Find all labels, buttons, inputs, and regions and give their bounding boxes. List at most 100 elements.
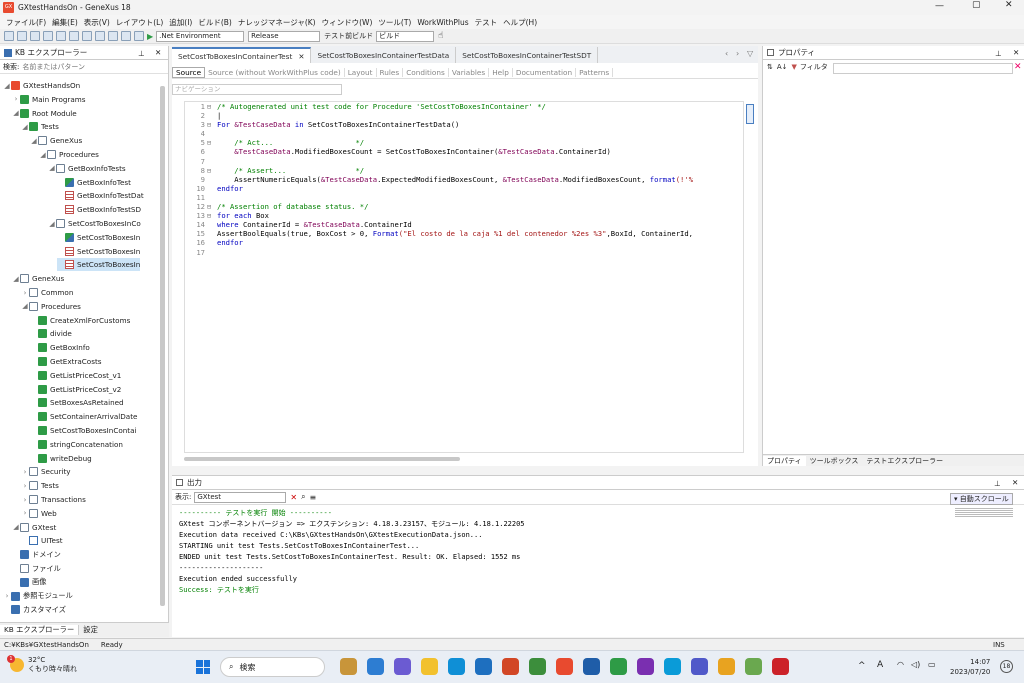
expand-icon[interactable]: ›: [12, 95, 20, 103]
tree-scrollbar[interactable]: [160, 86, 165, 606]
tree-node[interactable]: UITest: [21, 534, 63, 547]
menu-item[interactable]: 表示(V): [84, 17, 110, 28]
tab-scroll-right-icon[interactable]: ›: [736, 49, 739, 58]
wifi-icon[interactable]: ◠: [897, 660, 904, 669]
editor-side-icon[interactable]: [746, 104, 754, 124]
expand-icon[interactable]: ◢: [12, 523, 20, 531]
code-editor[interactable]: 1 ⊟ 2 3 ⊟ 4 5 ⊟ 6 7 8 ⊟ 9 10 11 12 ⊟ 13 ⊟ 14 15 16 17 /* Autog…: [184, 101, 744, 453]
menu-item[interactable]: レイアウト(L): [116, 17, 164, 28]
expand-icon[interactable]: ◢: [12, 109, 20, 117]
ime-icon[interactable]: A: [877, 660, 883, 670]
cut-icon[interactable]: [43, 31, 53, 41]
expand-icon[interactable]: ›: [21, 289, 29, 297]
code-line[interactable]: |: [217, 111, 743, 120]
build-select[interactable]: ビルド: [376, 30, 435, 42]
kb-filter-input[interactable]: [22, 62, 153, 71]
refresh-icon[interactable]: [108, 31, 118, 41]
code-line[interactable]: [217, 129, 743, 138]
tree-node[interactable]: ◢ Root Module: [12, 107, 77, 120]
clear-output-icon[interactable]: ✕: [290, 493, 297, 502]
autoscroll-button[interactable]: ▾ 自動スクロール: [950, 493, 1013, 505]
tree-node[interactable]: SetCostToBoxesIn: [57, 231, 140, 244]
tree-node[interactable]: divide: [30, 327, 72, 340]
hand-icon[interactable]: ☝: [438, 31, 443, 41]
tree-node[interactable]: SetBoxesAsRetained: [30, 396, 124, 409]
expand-icon[interactable]: ◢: [12, 275, 20, 283]
subtab[interactable]: Documentation: [513, 67, 577, 77]
tree-node[interactable]: writeDebug: [30, 452, 92, 465]
close-tab-icon[interactable]: ✕: [298, 52, 304, 61]
undo-icon[interactable]: [82, 31, 92, 41]
expand-icon[interactable]: ◢: [3, 82, 11, 90]
props-filter-input[interactable]: [833, 63, 1013, 74]
tab-test-explorer[interactable]: テストエクスプローラー: [862, 456, 947, 466]
clock[interactable]: 14:07 2023/07/20: [950, 657, 990, 677]
subtab[interactable]: Layout: [345, 67, 377, 77]
expand-icon[interactable]: ◢: [30, 137, 38, 145]
subtab[interactable]: Conditions: [403, 67, 449, 77]
taskbar-app-icon[interactable]: [529, 658, 546, 675]
tab-kb-explorer[interactable]: KB エクスプローラー: [0, 625, 80, 635]
menu-item[interactable]: ビルド(B): [198, 17, 232, 28]
expand-icon[interactable]: ◢: [48, 220, 56, 228]
taskbar-app-icon[interactable]: [367, 658, 384, 675]
menu-item[interactable]: ファイル(F): [6, 17, 46, 28]
volume-icon[interactable]: ◁): [911, 660, 920, 669]
expand-icon[interactable]: ›: [21, 482, 29, 490]
code-line[interactable]: endfor: [217, 238, 743, 247]
tree-node[interactable]: › Tests: [21, 479, 59, 492]
open-icon[interactable]: [17, 31, 27, 41]
grid-icon[interactable]: [121, 31, 131, 41]
code-line[interactable]: where ContainerId = &TestCaseData.Contai…: [217, 220, 743, 229]
code-line[interactable]: [217, 248, 743, 257]
save-icon[interactable]: [30, 31, 40, 41]
tab-test-sdt[interactable]: SetCostToBoxesInContainerTestSDT: [456, 47, 599, 63]
tab-test-data[interactable]: SetCostToBoxesInContainerTestData: [311, 47, 457, 63]
menu-item[interactable]: ナレッジマネージャ(K): [238, 17, 316, 28]
notification-badge[interactable]: 18: [1000, 660, 1013, 673]
tab-scroll-left-icon[interactable]: ‹: [725, 49, 728, 58]
taskbar-app-icon[interactable]: [718, 658, 735, 675]
menu-item[interactable]: ツール(T): [378, 17, 411, 28]
props-clear-icon[interactable]: ✕: [1014, 62, 1022, 72]
tree-node[interactable]: 画像: [12, 576, 46, 589]
expand-icon[interactable]: ›: [3, 592, 11, 600]
tree-node[interactable]: SetCostToBoxesIn: [57, 245, 140, 258]
paste-icon[interactable]: [69, 31, 79, 41]
subtab[interactable]: Source: [172, 66, 206, 78]
tree-node[interactable]: GetBoxInfoTestSD: [57, 203, 141, 216]
filter-icon[interactable]: ▼: [792, 63, 797, 71]
tree-node[interactable]: stringConcatenation: [30, 438, 123, 451]
fold-icon[interactable]: ⊟: [205, 202, 213, 211]
code-line[interactable]: AssertBoolEquals(true, BoxCost > 0, Form…: [217, 229, 743, 238]
pin-icon[interactable]: ⊥: [138, 49, 145, 58]
tree-node[interactable]: SetCostToBoxesIn: [57, 258, 141, 272]
subtab[interactable]: Variables: [449, 67, 490, 77]
code-line[interactable]: /* Autogenerated unit test code for Proc…: [217, 102, 743, 111]
tree-node[interactable]: › Web: [21, 507, 57, 520]
run-icon[interactable]: ▶: [147, 32, 153, 41]
code-line[interactable]: /* Assert... */: [217, 166, 743, 175]
expand-icon[interactable]: ◢: [39, 151, 47, 159]
code-line[interactable]: [217, 157, 743, 166]
tree-node[interactable]: SetContainerArrivalDate: [30, 410, 137, 423]
tree-node[interactable]: ◢ GXtestHandsOn: [3, 79, 80, 92]
output-close-icon[interactable]: ✕: [1012, 478, 1018, 487]
sort-icon[interactable]: ⇅: [767, 63, 773, 71]
code-text[interactable]: /* Autogenerated unit test code for Proc…: [217, 102, 743, 257]
subtab[interactable]: Help: [489, 67, 513, 77]
tree-node[interactable]: ◢ GeneXus: [12, 272, 64, 285]
code-line[interactable]: /* Assertion of database status. */: [217, 202, 743, 211]
props-close-icon[interactable]: ✕: [1013, 48, 1019, 57]
weather-widget[interactable]: 1 32°C くもり時々晴れ: [7, 655, 77, 674]
tree-node[interactable]: GetExtraCosts: [30, 355, 102, 368]
tree-node[interactable]: ◢ SetCostToBoxesInCo: [48, 217, 141, 230]
expand-icon[interactable]: ◢: [48, 164, 56, 172]
tree-node[interactable]: GetBoxInfo: [30, 341, 90, 354]
output-pin-icon[interactable]: ⊥: [994, 479, 1001, 488]
tab-toolbox[interactable]: ツールボックス: [806, 456, 863, 466]
taskbar-app-icon[interactable]: [502, 658, 519, 675]
battery-icon[interactable]: ▭: [928, 660, 936, 669]
tree-node[interactable]: ◢ GXtest: [12, 521, 56, 534]
menu-item[interactable]: ヘルプ(H): [503, 17, 537, 28]
